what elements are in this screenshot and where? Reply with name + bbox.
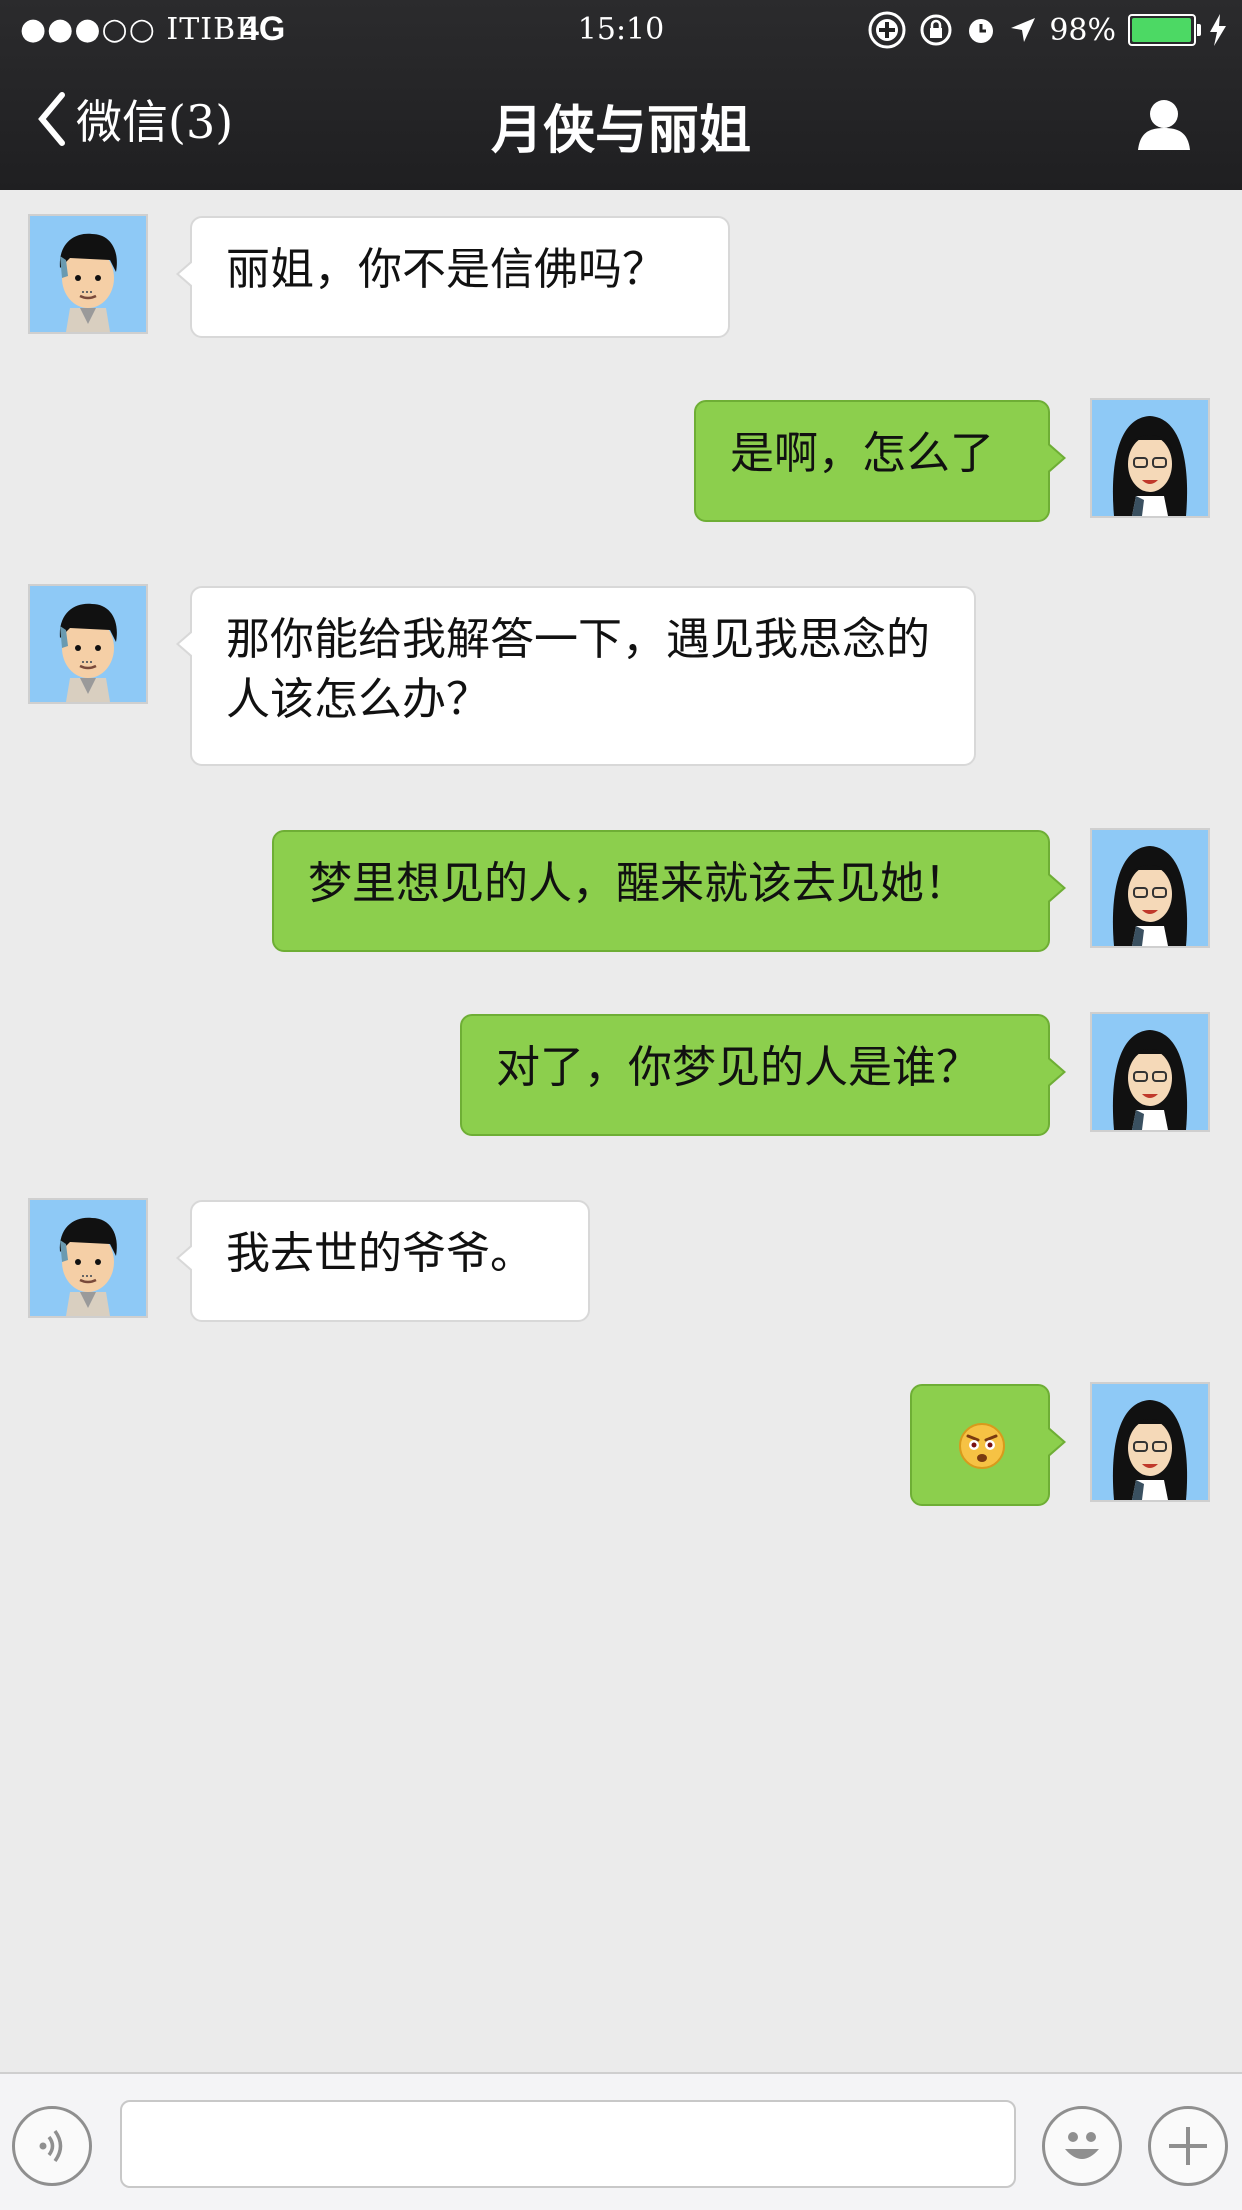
message-bubble-out[interactable] (910, 1384, 1066, 1506)
plus-icon (1169, 2127, 1207, 2165)
status-bar: ●●●○○ ITIBB 4G 15:10 98% (0, 0, 1242, 60)
location-arrow-icon (1011, 18, 1036, 42)
male-avatar-icon (30, 1200, 146, 1316)
assistive-touch-icon (868, 11, 906, 49)
emoji-button[interactable] (1042, 2106, 1122, 2186)
female-avatar-icon (1092, 400, 1208, 516)
contact-avatar[interactable] (28, 584, 148, 704)
message-bubble-out[interactable]: 对了，你梦见的人是谁？ (460, 1014, 1066, 1136)
message-input[interactable] (120, 2100, 1016, 2188)
female-avatar-icon (1092, 1384, 1208, 1500)
input-bar (0, 2072, 1242, 2210)
message-text: 我去世的爷爷。 (226, 1228, 534, 1279)
message-bubble-in[interactable]: 那你能给我解答一下，遇见我思念的人该怎么办？ (176, 586, 976, 766)
contact-avatar[interactable] (28, 214, 148, 334)
message-bubble-in[interactable]: 我去世的爷爷。 (176, 1200, 590, 1322)
smiley-face-icon (1065, 2132, 1099, 2159)
message-text: 梦里想见的人，醒来就该去见她！ (308, 858, 968, 909)
message-bubble-out[interactable]: 梦里想见的人，醒来就该去见她！ (272, 830, 1066, 952)
my-avatar[interactable] (1090, 828, 1210, 948)
message-bubble-in[interactable]: 丽姐，你不是信佛吗？ (176, 216, 730, 338)
female-avatar-icon (1092, 1014, 1208, 1130)
battery-icon (1128, 14, 1201, 46)
contact-avatar[interactable] (28, 1198, 148, 1318)
rotation-lock-icon (920, 14, 952, 46)
male-avatar-icon (30, 586, 146, 702)
battery-percent: 98% (1049, 12, 1116, 48)
chat-info-person-icon[interactable] (1136, 96, 1192, 152)
message-bubble-out[interactable]: 是啊，怎么了 (694, 400, 1066, 522)
voice-button[interactable] (12, 2106, 92, 2186)
more-plus-button[interactable] (1148, 2106, 1228, 2186)
female-avatar-icon (1092, 830, 1208, 946)
message-text: 是啊，怎么了 (730, 428, 994, 479)
message-text: 丽姐，你不是信佛吗？ (226, 244, 666, 295)
male-avatar-icon (30, 216, 146, 332)
message-text: 对了，你梦见的人是谁？ (496, 1042, 980, 1093)
voice-wave-icon (39, 2129, 63, 2163)
message-text: 那你能给我解答一下，遇见我思念的人该怎么办？ (226, 614, 930, 725)
nav-bar: 微信(3) 月侠与丽姐 (0, 60, 1242, 190)
my-avatar[interactable] (1090, 398, 1210, 518)
surprised-face-emoji-icon (959, 1423, 1005, 1469)
chat-title: 月侠与丽姐 (490, 101, 751, 161)
my-avatar[interactable] (1090, 1012, 1210, 1132)
charging-bolt-icon (1210, 14, 1226, 46)
status-right-icons: 98% (867, 10, 1228, 50)
my-avatar[interactable] (1090, 1382, 1210, 1502)
top-bar: ●●●○○ ITIBB 4G 15:10 98% 微信(3) 月侠与丽姐 (0, 0, 1242, 190)
alarm-icon (969, 19, 994, 43)
